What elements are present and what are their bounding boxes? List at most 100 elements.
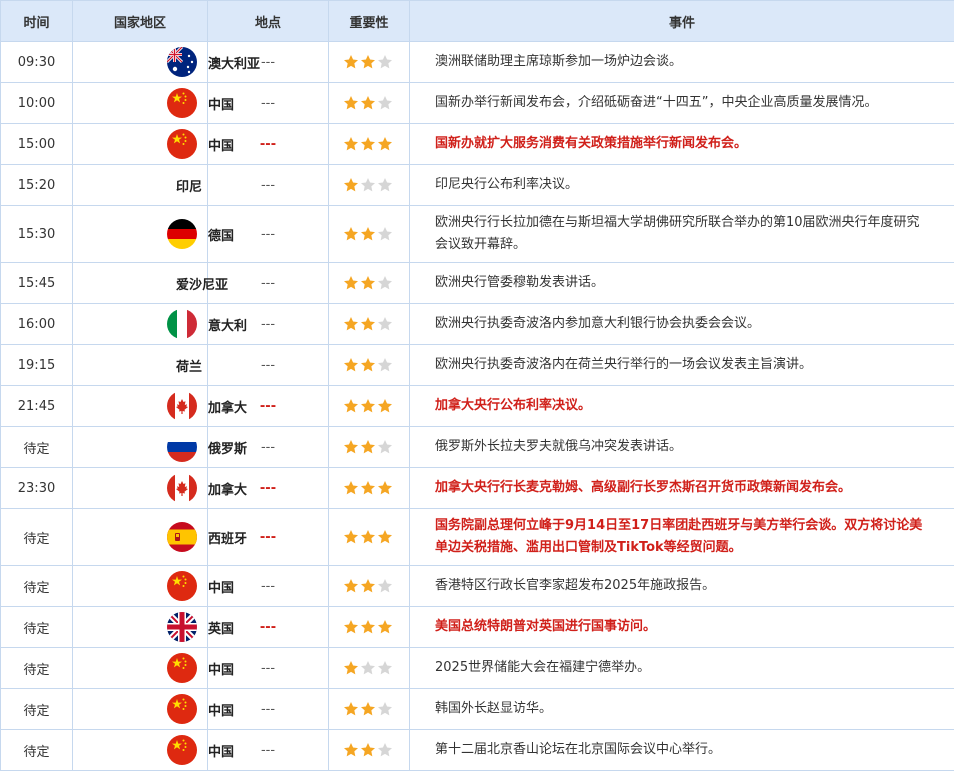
- table-row[interactable]: 15:30德国---欧洲央行行长拉加德在与斯坦福大学胡佛研究所联合举办的第10届…: [1, 206, 954, 263]
- star-empty-icon: [360, 660, 376, 676]
- star-filled-icon: [360, 701, 376, 717]
- row-country: 中国: [73, 83, 208, 124]
- row-event[interactable]: 美国总统特朗普对英国进行国事访问。: [410, 607, 954, 648]
- star-filled-icon: [377, 529, 393, 545]
- table-row[interactable]: 待定俄罗斯---俄罗斯外长拉夫罗夫就俄乌冲突发表讲话。: [1, 427, 954, 468]
- importance-stars: [343, 398, 409, 414]
- row-country: 英国: [73, 607, 208, 648]
- row-event[interactable]: 欧洲央行管委穆勒发表讲话。: [410, 263, 954, 304]
- table-row[interactable]: 09:30澳大利亚---澳洲联储助理主席琼斯参加一场炉边会谈。: [1, 42, 954, 83]
- star-empty-icon: [377, 275, 393, 291]
- row-time: 21:45: [1, 386, 73, 427]
- flag-slot: [167, 522, 201, 552]
- importance-stars: [343, 480, 409, 496]
- star-filled-icon: [360, 619, 376, 635]
- star-empty-icon: [377, 660, 393, 676]
- row-place: ---: [208, 345, 329, 386]
- row-event[interactable]: 加拿大央行公布利率决议。: [410, 386, 954, 427]
- row-event[interactable]: 加拿大央行行长麦克勒姆、高级副行长罗杰斯召开货币政策新闻发布会。: [410, 468, 954, 509]
- table-row[interactable]: 15:45爱沙尼亚---欧洲央行管委穆勒发表讲话。: [1, 263, 954, 304]
- row-importance: [329, 509, 410, 566]
- row-importance: [329, 165, 410, 206]
- table-row[interactable]: 待定英国---美国总统特朗普对英国进行国事访问。: [1, 607, 954, 648]
- table-row[interactable]: 15:20印尼--- 印尼央行公布利率决议。: [1, 165, 954, 206]
- row-event[interactable]: 国新办举行新闻发布会，介绍砥砺奋进“十四五”，中央企业高质量发展情况。: [410, 83, 954, 124]
- row-event[interactable]: 欧洲央行行长拉加德在与斯坦福大学胡佛研究所联合举办的第10届欧洲央行年度研究会议…: [410, 206, 954, 263]
- flag-slot: [167, 473, 201, 503]
- header-country[interactable]: 国家地区: [73, 1, 208, 42]
- star-filled-icon: [360, 529, 376, 545]
- china-flag-icon: [167, 129, 197, 159]
- star-filled-icon: [343, 95, 359, 111]
- row-event[interactable]: 俄罗斯外长拉夫罗夫就俄乌冲突发表讲话。: [410, 427, 954, 468]
- row-event[interactable]: 香港特区行政长官李家超发布2025年施政报告。: [410, 566, 954, 607]
- table-row[interactable]: 19:15荷兰---欧洲央行执委奇波洛内在荷兰央行举行的一场会议发表主旨演讲。: [1, 345, 954, 386]
- header-event[interactable]: 事件: [410, 1, 954, 42]
- flag-slot: [167, 612, 201, 642]
- table-row[interactable]: 23:30加拿大---加拿大央行行长麦克勒姆、高级副行长罗杰斯召开货币政策新闻发…: [1, 468, 954, 509]
- star-empty-icon: [377, 95, 393, 111]
- star-filled-icon: [343, 439, 359, 455]
- row-importance: [329, 648, 410, 689]
- economic-calendar-table: 时间 国家地区 地点 重要性 事件 09:30澳大利亚---澳洲联储助理主席琼斯…: [0, 0, 954, 771]
- row-time: 待定: [1, 509, 73, 566]
- flag-slot: [167, 391, 201, 421]
- table-row[interactable]: 待定西班牙---国务院副总理何立峰于9月14日至17日率团赴西班牙与美方举行会谈…: [1, 509, 954, 566]
- table-row[interactable]: 待定中国---香港特区行政长官李家超发布2025年施政报告。: [1, 566, 954, 607]
- header-importance[interactable]: 重要性: [329, 1, 410, 42]
- country-name: 中国: [208, 741, 234, 760]
- row-event[interactable]: 第十二届北京香山论坛在北京国际会议中心举行。: [410, 730, 954, 771]
- country-name: 俄罗斯: [208, 438, 247, 457]
- row-event[interactable]: 欧洲央行执委奇波洛内在荷兰央行举行的一场会议发表主旨演讲。: [410, 345, 954, 386]
- row-event[interactable]: 2025世界储能大会在福建宁德举办。: [410, 648, 954, 689]
- table-row[interactable]: 待定中国---2025世界储能大会在福建宁德举办。: [1, 648, 954, 689]
- row-country: 印尼: [73, 165, 208, 206]
- country-name: 加拿大: [208, 397, 247, 416]
- importance-stars: [343, 275, 409, 291]
- row-event[interactable]: 韩国外长赵显访华。: [410, 689, 954, 730]
- flag-slot: [167, 47, 201, 77]
- country-name: 中国: [208, 135, 234, 154]
- flag-slot: [167, 432, 201, 462]
- flag-slot: [167, 571, 201, 601]
- star-filled-icon: [343, 275, 359, 291]
- star-filled-icon: [360, 398, 376, 414]
- star-filled-icon: [343, 619, 359, 635]
- spain-flag-icon: [167, 522, 197, 552]
- country-name: 荷兰: [176, 356, 202, 375]
- importance-stars: [343, 619, 409, 635]
- importance-stars: [343, 660, 409, 676]
- table-row[interactable]: 待定中国---第十二届北京香山论坛在北京国际会议中心举行。: [1, 730, 954, 771]
- row-event[interactable]: 澳洲联储助理主席琼斯参加一场炉边会谈。: [410, 42, 954, 83]
- importance-stars: [343, 177, 409, 193]
- row-time: 15:00: [1, 124, 73, 165]
- china-flag-icon: [167, 694, 197, 724]
- row-country: 加拿大: [73, 468, 208, 509]
- header-time[interactable]: 时间: [1, 1, 73, 42]
- row-event[interactable]: 国务院副总理何立峰于9月14日至17日率团赴西班牙与美方举行会谈。双方将讨论美单…: [410, 509, 954, 566]
- italy-flag-icon: [167, 309, 197, 339]
- star-filled-icon: [343, 54, 359, 70]
- importance-stars: [343, 357, 409, 373]
- row-time: 16:00: [1, 304, 73, 345]
- star-empty-icon: [377, 226, 393, 242]
- row-place: ---: [208, 165, 329, 206]
- table-row[interactable]: 21:45加拿大---加拿大央行公布利率决议。: [1, 386, 954, 427]
- star-filled-icon: [360, 275, 376, 291]
- table-row[interactable]: 16:00意大利---欧洲央行执委奇波洛内参加意大利银行协会执委会会议。: [1, 304, 954, 345]
- row-event[interactable]: 欧洲央行执委奇波洛内参加意大利银行协会执委会会议。: [410, 304, 954, 345]
- flag-slot: [167, 735, 201, 765]
- country-name: 西班牙: [208, 528, 247, 547]
- row-time: 15:20: [1, 165, 73, 206]
- star-filled-icon: [360, 316, 376, 332]
- header-place[interactable]: 地点: [208, 1, 329, 42]
- table-row[interactable]: 待定中国---韩国外长赵显访华。: [1, 689, 954, 730]
- table-row[interactable]: 10:00中国---国新办举行新闻发布会，介绍砥砺奋进“十四五”，中央企业高质量…: [1, 83, 954, 124]
- star-empty-icon: [377, 357, 393, 373]
- country-name: 加拿大: [208, 479, 247, 498]
- germany-flag-icon: [167, 219, 197, 249]
- table-row[interactable]: 15:00中国---国新办就扩大服务消费有关政策措施举行新闻发布会。: [1, 124, 954, 165]
- row-event[interactable]: 国新办就扩大服务消费有关政策措施举行新闻发布会。: [410, 124, 954, 165]
- row-event[interactable]: 印尼央行公布利率决议。: [410, 165, 954, 206]
- importance-stars: [343, 54, 409, 70]
